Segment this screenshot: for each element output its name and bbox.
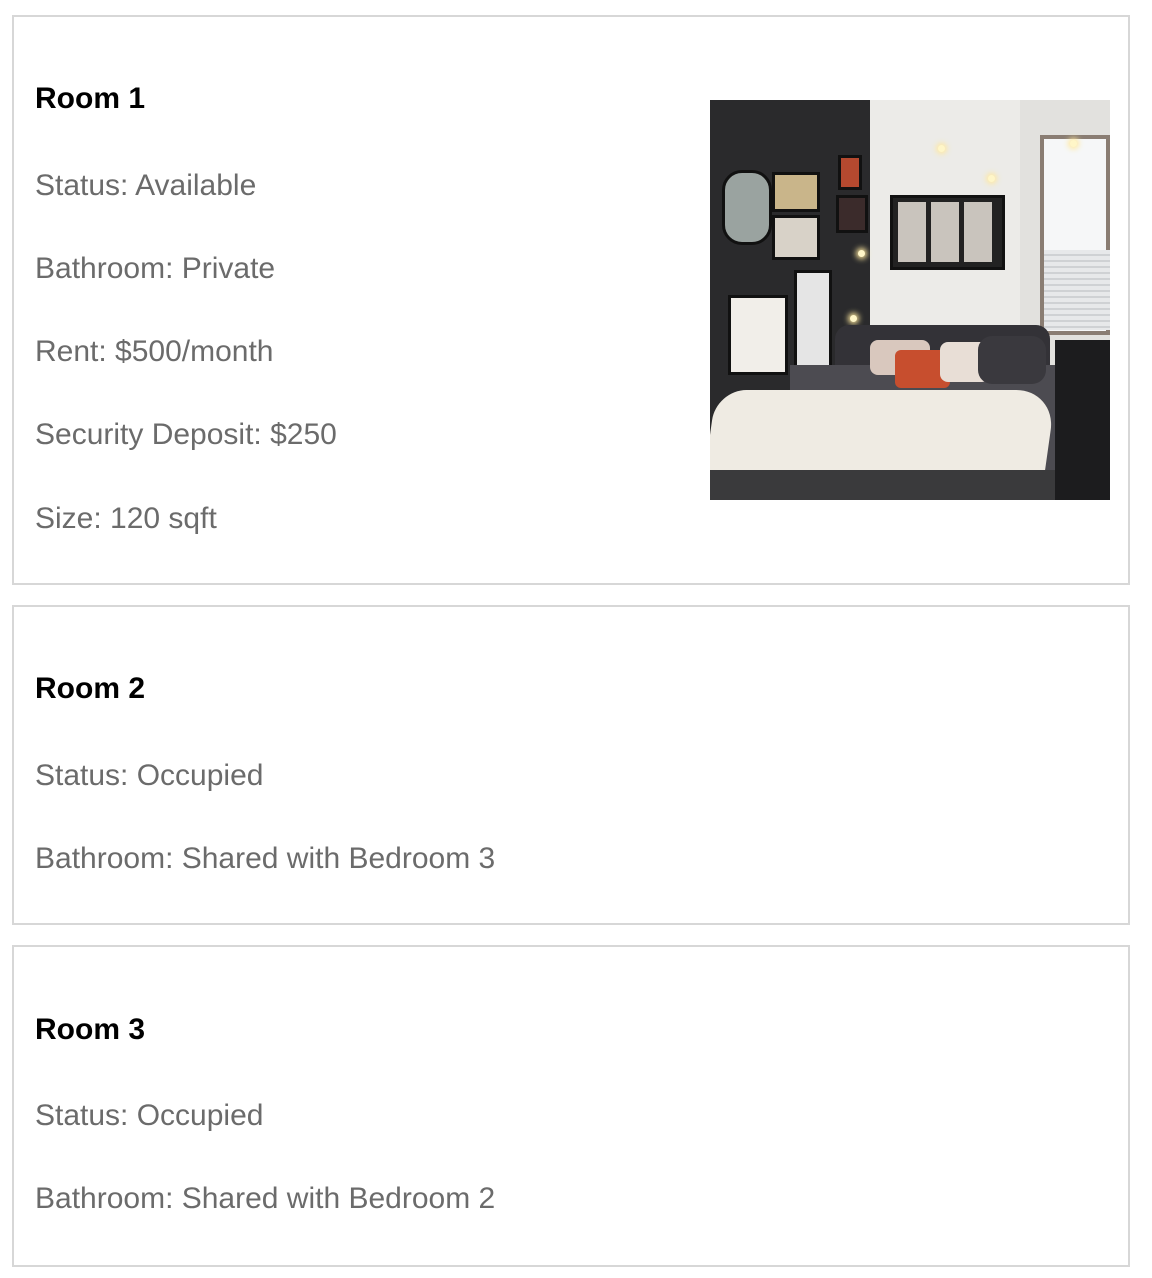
room-bathroom: Bathroom: Shared with Bedroom 2	[35, 1182, 496, 1215]
room-title: Room 3	[35, 1013, 146, 1046]
room-size: Size: 120 sqft	[35, 502, 217, 535]
room-photo	[710, 100, 1110, 500]
room-card: Room 3 Status: Occupied Bathroom: Shared…	[12, 945, 1130, 1267]
room-title: Room 2	[35, 672, 146, 705]
room-title: Room 1	[35, 82, 146, 115]
room-card: Room 1 Status: Available Bathroom: Priva…	[12, 15, 1130, 585]
room-bathroom: Bathroom: Shared with Bedroom 3	[35, 842, 496, 875]
room-status: Status: Occupied	[35, 1099, 264, 1132]
room-status: Status: Available	[35, 169, 257, 202]
room-status: Status: Occupied	[35, 759, 264, 792]
room-card: Room 2 Status: Occupied Bathroom: Shared…	[12, 605, 1130, 925]
room-security-deposit: Security Deposit: $250	[35, 418, 337, 451]
room-bathroom: Bathroom: Private	[35, 252, 276, 285]
room-rent: Rent: $500/month	[35, 335, 274, 368]
